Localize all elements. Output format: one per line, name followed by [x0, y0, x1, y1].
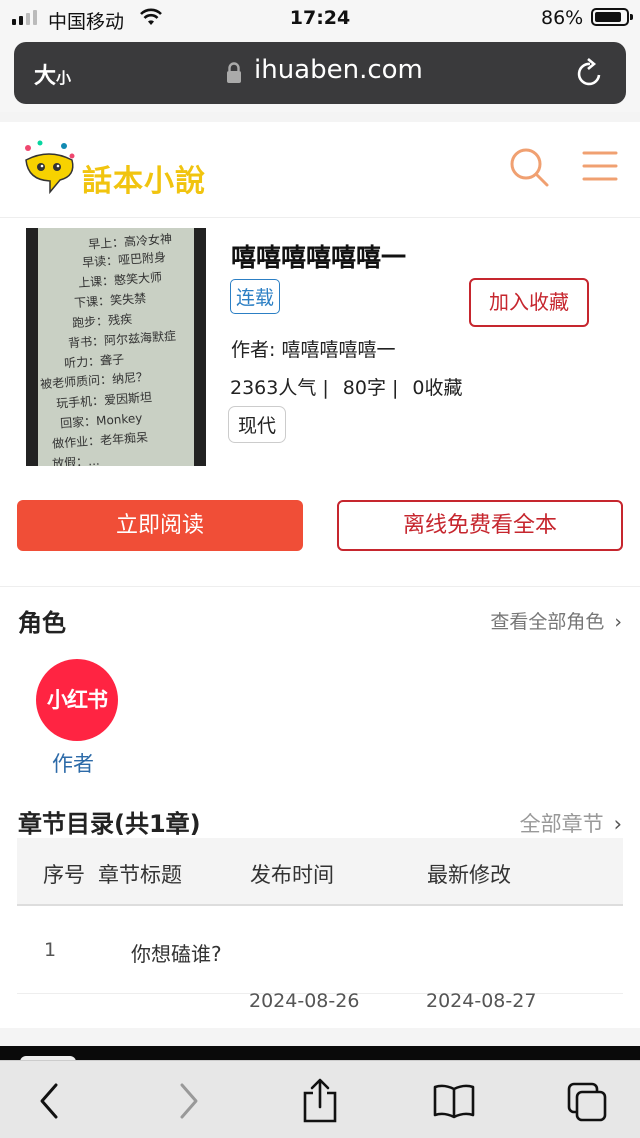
- text-size-button[interactable]: 大小: [34, 58, 71, 90]
- chapter-list-section: 章节目录(共1章) 全部章节 › 序号 章节标题 发布时间 最新修改 1 你想磕谁…: [0, 786, 640, 1028]
- chapter-index: 1: [44, 939, 57, 961]
- address-bar[interactable]: 大小 ihuaben.com: [14, 42, 626, 104]
- text-size-large: 大: [34, 64, 57, 89]
- col-title: 章节标题: [98, 863, 182, 887]
- chapter-published: 2024-08-26: [249, 990, 360, 1012]
- book-stats: 2363人气 | 80字 | 0收藏: [230, 373, 477, 400]
- status-bar: 中国移动 17:24 86%: [0, 0, 640, 36]
- tabs-icon[interactable]: [566, 1081, 610, 1123]
- character-name[interactable]: 作者: [52, 748, 94, 778]
- popularity-stat: 2363人气 |: [230, 377, 329, 399]
- chapter-table-header: 序号 章节标题 发布时间 最新修改: [17, 838, 623, 906]
- site-logo[interactable]: 話本小說: [20, 140, 210, 202]
- col-index: 序号: [43, 863, 85, 887]
- genre-tag[interactable]: 现代: [228, 406, 287, 443]
- battery-percent: 86%: [541, 7, 584, 29]
- col-modified: 最新修改: [427, 863, 511, 887]
- forward-icon[interactable]: [174, 1081, 202, 1121]
- logo-text: 話本小說: [82, 164, 206, 199]
- chapter-title[interactable]: 你想磕谁?: [131, 938, 222, 967]
- all-chapters-label: 全部章节: [519, 812, 604, 836]
- characters-section: 角色 查看全部角色 › 小红书 作者: [0, 586, 640, 786]
- book-cover[interactable]: 早上：高冷女神 早读：哑巴附身 上课：憨笑大师 下课：笑失禁 跑步：残疾 背书：…: [26, 228, 206, 466]
- text-size-small: 小: [56, 69, 72, 87]
- bookmarks-icon[interactable]: [432, 1083, 476, 1119]
- word-count-stat: 80字 |: [342, 377, 399, 399]
- characters-title: 角色: [18, 609, 66, 637]
- view-all-characters-link[interactable]: 查看全部角色 ›: [490, 607, 622, 634]
- back-icon[interactable]: [36, 1081, 64, 1121]
- book-info: 早上：高冷女神 早读：哑巴附身 上课：憨笑大师 下课：笑失禁 跑步：残疾 背书：…: [0, 218, 640, 586]
- book-title: 嘻嘻嘻嘻嘻嘻一: [231, 243, 407, 272]
- view-all-characters-label: 查看全部角色: [490, 611, 605, 633]
- avatar[interactable]: 小红书: [36, 659, 118, 741]
- browser-address-area: 大小 ihuaben.com: [0, 36, 640, 112]
- table-row[interactable]: 1 你想磕谁? 2024-08-26 2024-08-27: [17, 908, 623, 1012]
- reload-icon[interactable]: [576, 58, 604, 88]
- chevron-right-icon: ›: [614, 611, 622, 633]
- logo-mascot-icon: [25, 140, 75, 195]
- chapter-modified: 2024-08-27: [426, 990, 537, 1012]
- offline-read-button[interactable]: 离线免费看全本: [337, 500, 623, 551]
- chevron-right-icon: ›: [613, 812, 622, 836]
- add-to-collection-button[interactable]: 加入收藏: [469, 278, 589, 327]
- collection-count-stat: 0收藏: [412, 377, 463, 399]
- search-icon[interactable]: [508, 146, 550, 188]
- read-now-button[interactable]: 立即阅读: [17, 500, 303, 551]
- lock-icon: [227, 62, 241, 83]
- battery-icon: [591, 8, 633, 26]
- url-text[interactable]: ihuaben.com: [254, 55, 423, 85]
- all-chapters-link[interactable]: 全部章节 ›: [520, 808, 622, 838]
- cover-paper: 早上：高冷女神 早读：哑巴附身 上课：憨笑大师 下课：笑失禁 跑步：残疾 背书：…: [38, 228, 194, 466]
- chapter-list-title: 章节目录(共1章): [18, 810, 201, 838]
- author-line[interactable]: 作者: 嘻嘻嘻嘻嘻一: [231, 335, 395, 362]
- share-icon[interactable]: [301, 1077, 339, 1123]
- status-badge: 连载: [230, 279, 281, 314]
- browser-toolbar: [0, 1060, 640, 1138]
- battery-fill: [595, 12, 621, 22]
- site-header: 話本小說: [0, 122, 640, 218]
- col-published: 发布时间: [250, 863, 334, 887]
- menu-icon[interactable]: [582, 150, 618, 182]
